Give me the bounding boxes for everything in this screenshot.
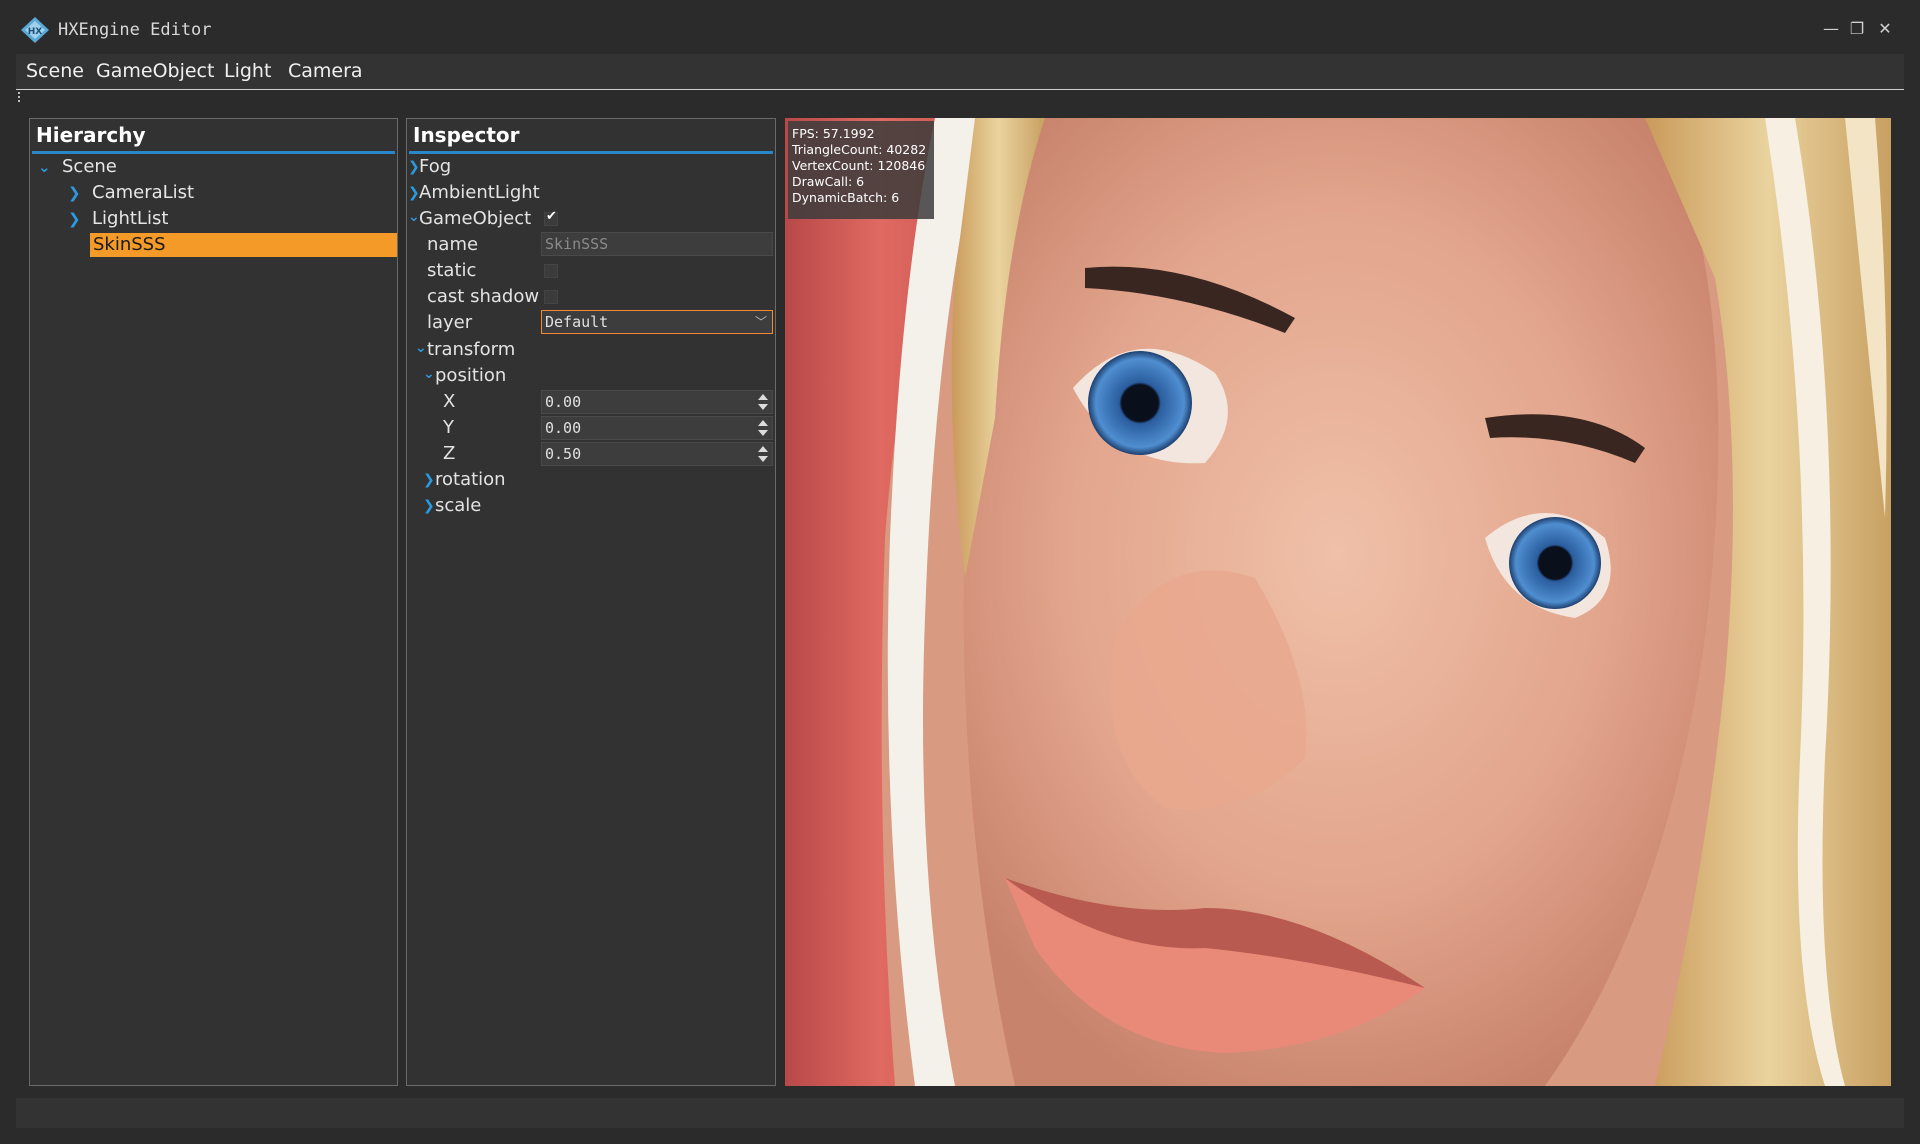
layer-dropdown[interactable]: Default ﹀ xyxy=(541,310,773,334)
status-bar xyxy=(16,1098,1904,1128)
static-label: static xyxy=(427,260,477,281)
scene-viewport[interactable]: FPS: 57.1992 TriangleCount: 40282 Vertex… xyxy=(785,118,1891,1086)
minimize-button[interactable]: — xyxy=(1820,18,1842,40)
position-y-value: 0.00 xyxy=(545,419,582,437)
spinner-arrows-icon[interactable] xyxy=(756,444,770,464)
transform-chevron-icon[interactable]: ⌄ xyxy=(415,336,427,360)
position-z-value: 0.50 xyxy=(545,445,582,463)
menu-camera[interactable]: Camera xyxy=(288,60,363,82)
inspector-title: Inspector xyxy=(413,123,520,147)
spinner-arrows-icon[interactable] xyxy=(756,418,770,438)
maximize-button[interactable]: ❐ xyxy=(1846,18,1868,40)
collapse-chevron-icon[interactable]: ❯ xyxy=(68,207,81,231)
tree-item-label: SkinSSS xyxy=(93,234,166,255)
fog-chevron-icon[interactable]: ❯ xyxy=(408,155,420,179)
cast-shadow-checkbox[interactable] xyxy=(544,290,558,304)
chevron-down-icon: ﹀ xyxy=(754,315,767,329)
inspector-panel: Inspector ❯ Fog ❯ AmbientLight ⌄ GameObj… xyxy=(406,118,776,1086)
position-y-field[interactable]: 0.00 xyxy=(541,416,773,440)
close-button[interactable]: ✕ xyxy=(1874,18,1896,40)
position-x-value: 0.00 xyxy=(545,393,582,411)
fps-stat: FPS: 57.1992 xyxy=(792,126,875,141)
collapse-chevron-icon[interactable]: ❯ xyxy=(68,181,81,205)
scale-chevron-icon[interactable]: ❯ xyxy=(423,494,435,518)
render-stats-overlay: FPS: 57.1992 TriangleCount: 40282 Vertex… xyxy=(788,121,934,219)
menu-scene[interactable]: Scene xyxy=(26,60,84,82)
title-bar: HX HXEngine Editor — ❐ ✕ xyxy=(0,0,1920,54)
transform-label[interactable]: transform xyxy=(427,338,515,362)
name-field[interactable]: SkinSSS xyxy=(541,232,773,256)
vertex-count-stat: VertexCount: 120846 xyxy=(792,158,926,173)
static-checkbox[interactable] xyxy=(544,264,558,278)
position-x-label: X xyxy=(443,391,456,412)
gameobject-enabled-checkbox[interactable] xyxy=(544,209,558,226)
tree-item-label: LightList xyxy=(92,208,169,229)
position-z-field[interactable]: 0.50 xyxy=(541,442,773,466)
hierarchy-title-underline xyxy=(32,151,395,154)
svg-text:HX: HX xyxy=(28,27,43,37)
position-x-field[interactable]: 0.00 xyxy=(541,390,773,414)
dynamic-batch-stat: DynamicBatch: 6 xyxy=(792,190,900,205)
rotation-label[interactable]: rotation xyxy=(435,468,506,492)
position-chevron-icon[interactable]: ⌄ xyxy=(423,362,435,386)
triangle-count-stat: TriangleCount: 40282 xyxy=(792,142,927,157)
expand-chevron-icon[interactable]: ⌄ xyxy=(38,155,51,179)
menu-bar: Scene GameObject Light Camera xyxy=(16,54,1904,90)
menu-light[interactable]: Light xyxy=(224,60,271,82)
rotation-chevron-icon[interactable]: ❯ xyxy=(423,468,435,492)
window-title: HXEngine Editor xyxy=(58,20,212,40)
name-label: name xyxy=(427,234,479,255)
hierarchy-title: Hierarchy xyxy=(36,123,146,147)
tree-item-skinsss[interactable]: SkinSSS xyxy=(90,233,397,257)
cast-shadow-label: cast shadow xyxy=(427,286,540,307)
section-gameobject[interactable]: GameObject xyxy=(419,207,531,231)
layer-label: layer xyxy=(427,312,473,333)
layer-value: Default xyxy=(545,313,609,331)
section-ambientlight[interactable]: AmbientLight xyxy=(419,181,540,205)
spinner-arrows-icon[interactable] xyxy=(756,392,770,412)
menu-gameobject[interactable]: GameObject xyxy=(96,60,214,82)
position-y-label: Y xyxy=(443,417,454,438)
tree-item-cameralist[interactable]: ❯ CameraList xyxy=(68,181,368,205)
gameobject-chevron-icon[interactable]: ⌄ xyxy=(408,205,420,229)
ambient-chevron-icon[interactable]: ❯ xyxy=(408,181,420,205)
tree-item-label: Scene xyxy=(62,156,117,177)
toolbar-grip[interactable] xyxy=(18,92,21,102)
section-fog[interactable]: Fog xyxy=(419,155,451,179)
position-z-label: Z xyxy=(443,443,456,464)
inspector-title-underline xyxy=(409,151,773,154)
rendered-face-image xyxy=(785,118,1891,1086)
tree-item-scene[interactable]: ⌄ Scene xyxy=(38,155,338,179)
position-label[interactable]: position xyxy=(435,364,506,388)
scale-label[interactable]: scale xyxy=(435,494,481,518)
tree-item-label: CameraList xyxy=(92,182,195,203)
app-logo-icon: HX xyxy=(21,17,49,43)
drawcall-stat: DrawCall: 6 xyxy=(792,174,865,189)
tree-item-lightlist[interactable]: ❯ LightList xyxy=(68,207,368,231)
hierarchy-panel: Hierarchy ⌄ Scene ❯ CameraList ❯ LightLi… xyxy=(29,118,398,1086)
